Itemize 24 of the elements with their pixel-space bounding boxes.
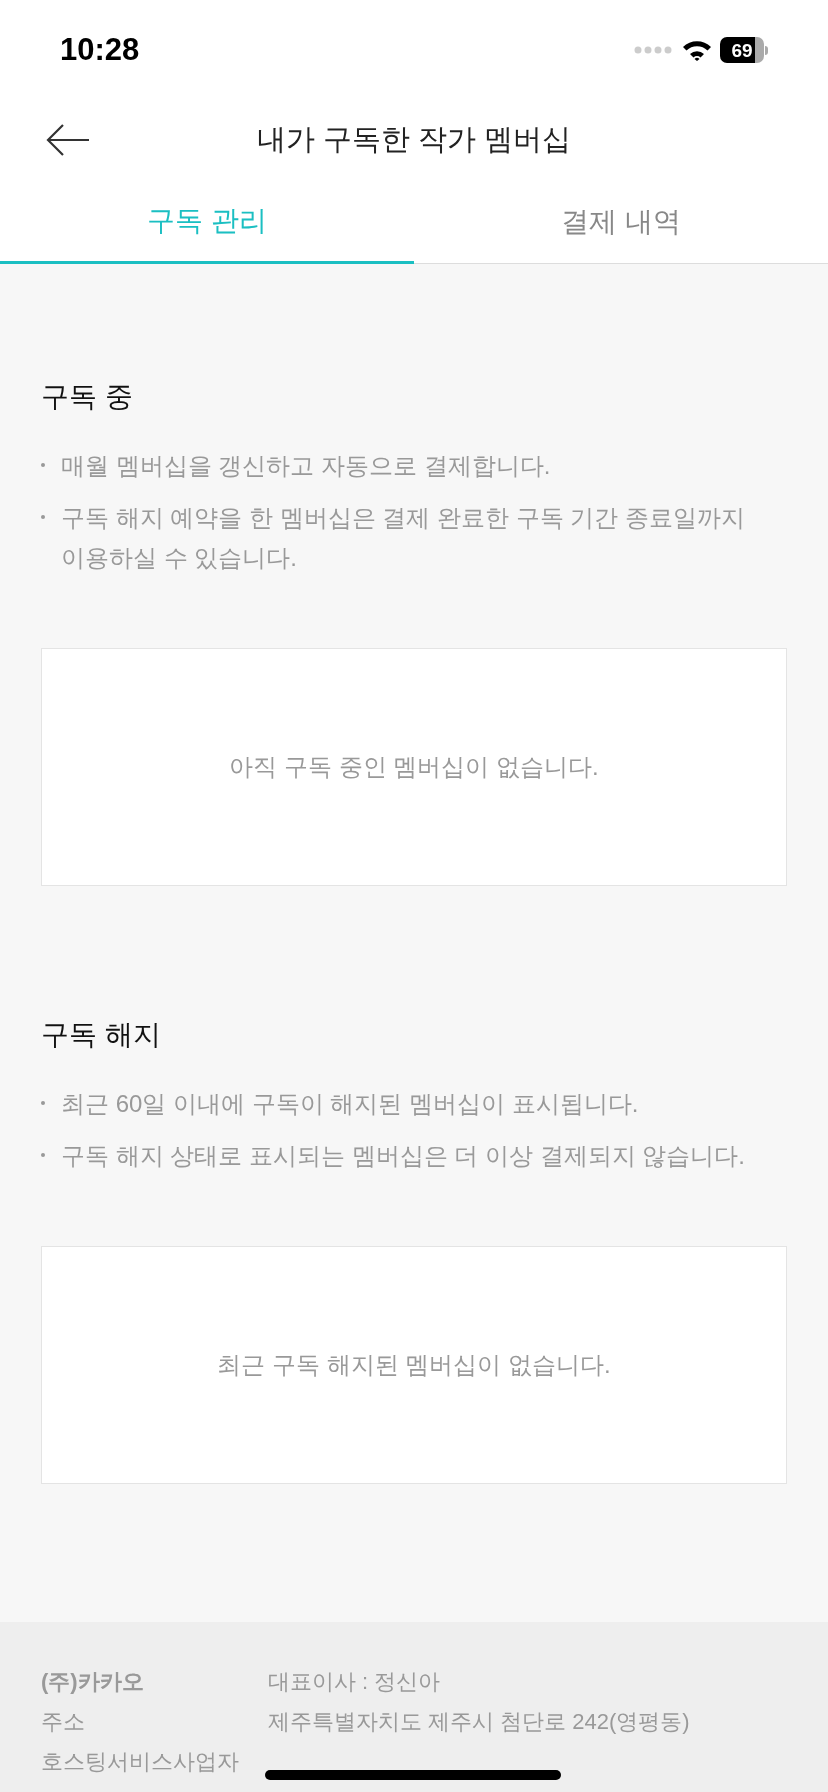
section-title: 구독 해지 xyxy=(41,1018,162,1052)
section-title: 구독 중 xyxy=(41,380,134,414)
tab[interactable]: 구독 관리 xyxy=(0,180,414,264)
bullet-icon xyxy=(41,1153,45,1157)
page-title: 내가 구독한 작가 멤버십 xyxy=(256,122,572,158)
tab[interactable]: 결제 내역 xyxy=(414,180,828,263)
empty-message: 최근 구독 해지된 멤버십이 없습니다. xyxy=(217,1350,611,1380)
status-time: 10:28 xyxy=(60,30,140,69)
note-text: 구독 해지 예약을 한 멤버십은 결제 완료한 구독 기간 종료일까지 이용하실 수 있습니다. xyxy=(61,503,746,573)
bullet-icon xyxy=(41,1101,45,1105)
footer-label: (주)카카오 xyxy=(41,1668,145,1696)
footer-label: 주소 xyxy=(41,1708,86,1736)
footer-label: 호스팅서비스사업자 xyxy=(41,1748,240,1776)
signal-icon xyxy=(634,45,674,55)
bullet-icon xyxy=(41,515,45,519)
empty-message: 아직 구독 중인 멤버십이 없습니다. xyxy=(229,752,599,782)
footer-value: 제주특별자치도 제주시 첨단로 242(영평동) xyxy=(268,1708,690,1736)
note-text: 최근 60일 이내에 구독이 해지된 멤버십이 표시됩니다. xyxy=(61,1089,639,1119)
back-arrow-icon xyxy=(46,123,90,157)
footer-value: 대표이사 : 정신아 xyxy=(268,1668,441,1696)
note-text: 구독 해지 상태로 표시되는 멤버십은 더 이상 결제되지 않습니다. xyxy=(61,1141,745,1171)
wifi-icon xyxy=(682,39,712,61)
note-text: 매월 멤버십을 갱신하고 자동으로 결제합니다. xyxy=(61,451,551,481)
bullet-icon xyxy=(41,463,45,467)
